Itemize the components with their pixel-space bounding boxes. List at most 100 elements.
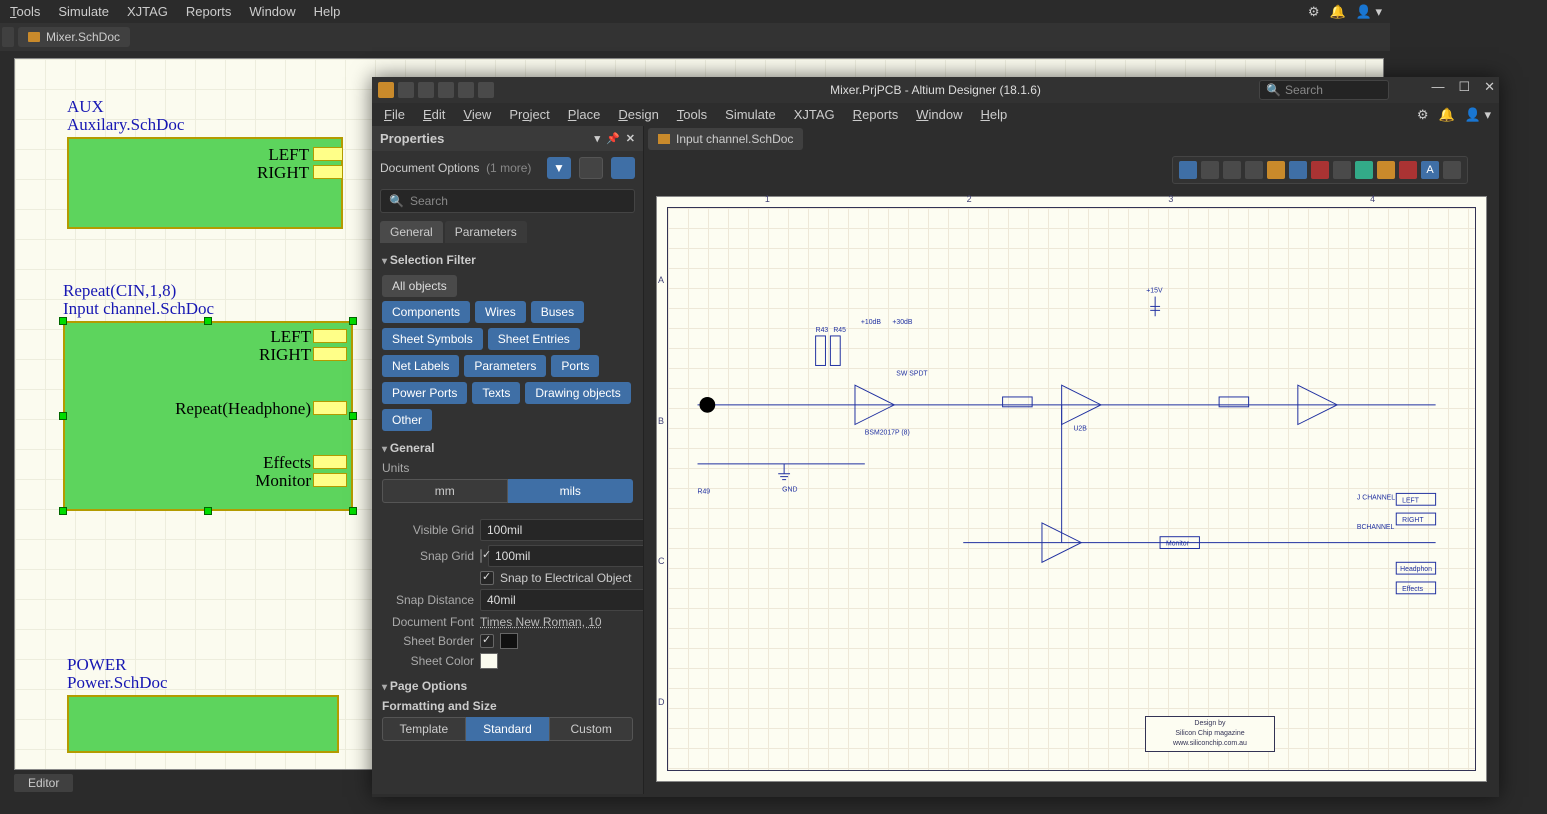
- filter-sheet-entries[interactable]: Sheet Entries: [488, 328, 580, 350]
- snap-distance-input[interactable]: [480, 589, 643, 611]
- filter-texts[interactable]: Texts: [472, 382, 520, 404]
- bg-menu-help[interactable]: Help: [314, 4, 341, 19]
- filter-icon[interactable]: ▼: [547, 157, 571, 179]
- menu-xjtag[interactable]: XJTAG: [794, 107, 835, 122]
- toolbar-icon[interactable]: [1333, 161, 1351, 179]
- selection-handle[interactable]: [59, 317, 67, 325]
- cin-port-mon-shape[interactable]: [313, 473, 347, 487]
- undo-icon[interactable]: [458, 82, 474, 98]
- global-search[interactable]: 🔍 Search: [1259, 80, 1389, 100]
- cin-port-hp-shape[interactable]: [313, 401, 347, 415]
- snap-electrical-checkbox[interactable]: [480, 571, 494, 585]
- power-block[interactable]: [67, 695, 339, 753]
- bell-icon[interactable]: 🔔: [1438, 107, 1454, 123]
- toolbar-icon[interactable]: [1179, 161, 1197, 179]
- open-project-icon[interactable]: [438, 82, 454, 98]
- format-custom[interactable]: Custom: [549, 717, 633, 741]
- toolbar-icon[interactable]: [1355, 161, 1373, 179]
- bg-tab-mixer[interactable]: Mixer.SchDoc: [18, 27, 130, 47]
- toolbar-icon[interactable]: A: [1421, 161, 1439, 179]
- selection-handle[interactable]: [349, 507, 357, 515]
- panel-close-icon[interactable]: ✕: [626, 132, 635, 145]
- toolbar-icon[interactable]: [1399, 161, 1417, 179]
- properties-scroll[interactable]: Selection Filter All objects Components …: [372, 243, 643, 794]
- toolbar-icon[interactable]: [1267, 161, 1285, 179]
- selection-handle[interactable]: [59, 507, 67, 515]
- bg-menu-xjtag[interactable]: XJTAG: [127, 4, 168, 19]
- panel-pin-icon[interactable]: 📌: [606, 132, 620, 145]
- sheet-color-swatch[interactable]: [480, 653, 498, 669]
- menu-edit[interactable]: Edit: [423, 107, 445, 122]
- snap-grid-input[interactable]: [488, 545, 643, 567]
- maximize-icon[interactable]: ☐: [1458, 79, 1470, 95]
- select-mode-b-icon[interactable]: [611, 157, 635, 179]
- menu-project[interactable]: Project: [509, 107, 549, 122]
- tab-general[interactable]: General: [380, 221, 443, 243]
- section-page-options[interactable]: Page Options: [382, 673, 633, 697]
- open-icon[interactable]: [418, 82, 434, 98]
- schematic-sheet[interactable]: 1 2 3 4 A B C D: [667, 207, 1476, 771]
- tab-parameters[interactable]: Parameters: [445, 221, 527, 243]
- toolbar-icon[interactable]: [1223, 161, 1241, 179]
- close-icon[interactable]: ✕: [1484, 79, 1495, 95]
- filter-ports[interactable]: Ports: [551, 355, 599, 377]
- filter-components[interactable]: Components: [382, 301, 470, 323]
- toolbar-icon[interactable]: [1377, 161, 1395, 179]
- filter-other[interactable]: Other: [382, 409, 432, 431]
- toolbar-icon[interactable]: [1245, 161, 1263, 179]
- fg-titlebar[interactable]: Mixer.PrjPCB - Altium Designer (18.1.6) …: [372, 77, 1499, 103]
- menu-design[interactable]: Design: [618, 107, 658, 122]
- cin-port-fx-shape[interactable]: [313, 455, 347, 469]
- minimize-icon[interactable]: —: [1431, 79, 1444, 95]
- filter-buses[interactable]: Buses: [531, 301, 584, 323]
- selection-handle[interactable]: [349, 412, 357, 420]
- bell-icon[interactable]: 🔔: [1329, 4, 1345, 20]
- gear-icon[interactable]: ⚙: [1308, 4, 1320, 20]
- document-font-link[interactable]: Times New Roman, 10: [480, 615, 633, 629]
- user-icon[interactable]: 👤 ▾: [1356, 4, 1382, 20]
- all-objects-button[interactable]: All objects: [382, 275, 457, 297]
- toolbar-icon[interactable]: [1289, 161, 1307, 179]
- format-template[interactable]: Template: [382, 717, 466, 741]
- visible-grid-input[interactable]: [480, 519, 643, 541]
- save-icon[interactable]: [398, 82, 414, 98]
- bg-menu-tools[interactable]: Tools: [10, 4, 40, 19]
- user-icon[interactable]: 👤 ▾: [1465, 107, 1491, 123]
- cin-port-left-shape[interactable]: [313, 329, 347, 343]
- tab-dock-handle[interactable]: [2, 27, 14, 47]
- toolbar-icon[interactable]: [1443, 161, 1461, 179]
- menu-view[interactable]: View: [463, 107, 491, 122]
- sheet-border-checkbox[interactable]: [480, 634, 494, 648]
- filter-wires[interactable]: Wires: [475, 301, 526, 323]
- bg-menu-reports[interactable]: Reports: [186, 4, 232, 19]
- section-general[interactable]: General: [382, 435, 633, 459]
- menu-place[interactable]: Place: [568, 107, 601, 122]
- filter-power-ports[interactable]: Power Ports: [382, 382, 467, 404]
- selection-handle[interactable]: [204, 507, 212, 515]
- filter-parameters[interactable]: Parameters: [464, 355, 546, 377]
- aux-port-left-shape[interactable]: [313, 147, 343, 161]
- toolbar-icon[interactable]: [1311, 161, 1329, 179]
- cin-port-right-shape[interactable]: [313, 347, 347, 361]
- section-selection-filter[interactable]: Selection Filter: [382, 247, 633, 271]
- filter-drawing-objects[interactable]: Drawing objects: [525, 382, 630, 404]
- bg-menu-simulate[interactable]: Simulate: [58, 4, 109, 19]
- filter-sheet-symbols[interactable]: Sheet Symbols: [382, 328, 483, 350]
- menu-tools[interactable]: Tools: [677, 107, 707, 122]
- units-mils[interactable]: mils: [508, 479, 634, 503]
- toolbar-icon[interactable]: [1201, 161, 1219, 179]
- snap-grid-checkbox[interactable]: [480, 549, 482, 563]
- schematic-canvas[interactable]: 1 2 3 4 A B C D: [656, 196, 1487, 782]
- gear-icon[interactable]: ⚙: [1417, 107, 1429, 123]
- menu-reports[interactable]: Reports: [853, 107, 899, 122]
- bg-editor-tab[interactable]: Editor: [14, 774, 73, 792]
- properties-search[interactable]: 🔍 Search: [380, 189, 635, 213]
- menu-file[interactable]: File: [384, 107, 405, 122]
- units-mm[interactable]: mm: [382, 479, 508, 503]
- selection-handle[interactable]: [59, 412, 67, 420]
- select-mode-a-icon[interactable]: [579, 157, 603, 179]
- bg-menu-window[interactable]: Window: [249, 4, 295, 19]
- redo-icon[interactable]: [478, 82, 494, 98]
- menu-simulate[interactable]: Simulate: [725, 107, 776, 122]
- filter-net-labels[interactable]: Net Labels: [382, 355, 459, 377]
